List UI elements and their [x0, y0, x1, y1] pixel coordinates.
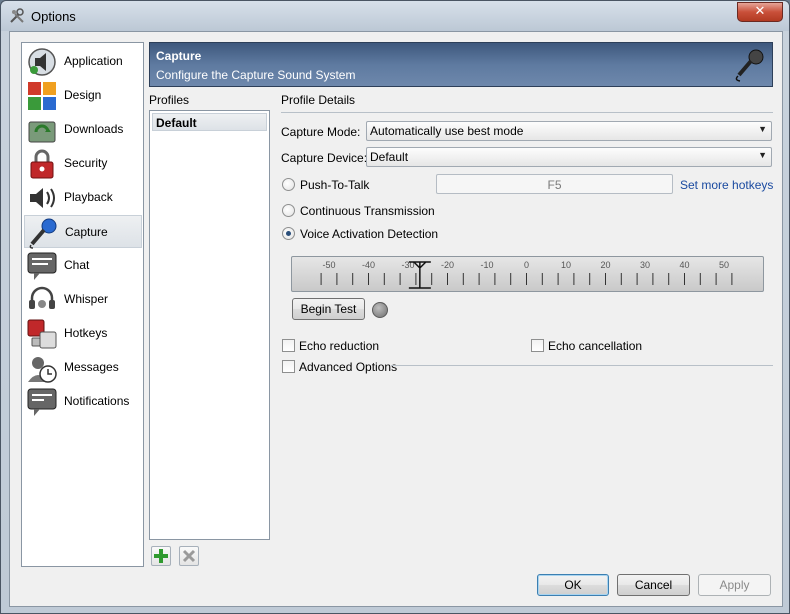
profile-details-label: Profile Details: [281, 93, 356, 107]
voice-activation-label: Voice Activation Detection: [300, 227, 439, 241]
scale-tick-label: -20: [441, 260, 454, 270]
cancel-button[interactable]: Cancel: [617, 574, 690, 596]
tools-icon: [10, 8, 24, 23]
ok-button[interactable]: OK: [537, 574, 609, 596]
advanced-options-label: Advanced Options: [299, 360, 398, 374]
sidebar-item-messages[interactable]: Messages: [24, 351, 142, 384]
set-more-hotkeys-link[interactable]: Set more hotkeys: [680, 178, 773, 192]
sidebar-item-label: Playback: [64, 190, 113, 204]
section-header: Capture Configure the Capture Sound Syst…: [149, 42, 773, 87]
capture-mode-label: Capture Mode:: [281, 125, 361, 139]
title-bar[interactable]: Options ✕: [1, 1, 789, 31]
sidebar-item-label: Security: [64, 156, 108, 170]
sidebar-item-label: Notifications: [64, 394, 130, 408]
section-subtitle: Configure the Capture Sound System: [156, 68, 356, 82]
sidebar-item-label: Chat: [64, 258, 90, 272]
echo-reduction-label: Echo reduction: [299, 339, 380, 353]
sidebar-item-label: Design: [64, 88, 102, 102]
profiles-list[interactable]: Default: [149, 110, 270, 540]
sidebar-item-label: Downloads: [64, 122, 124, 136]
advanced-options-checkbox[interactable]: [282, 360, 295, 373]
section-title: Capture: [156, 49, 202, 63]
chevron-down-icon: ▼: [758, 124, 767, 134]
sidebar-item-chat[interactable]: Chat: [24, 249, 142, 282]
hotkeys-icon: [27, 319, 57, 349]
details-divider: [281, 112, 773, 113]
echo-reduction-checkbox[interactable]: [282, 339, 295, 352]
sidebar-item-notifications[interactable]: Notifications: [24, 385, 142, 418]
hotkey-field[interactable]: F5: [436, 174, 673, 194]
capture-device-value: Default: [370, 150, 409, 164]
sidebar-item-capture[interactable]: Capture: [24, 215, 142, 249]
remove-profile-button[interactable]: [179, 546, 199, 566]
echo-cancellation-checkbox[interactable]: [531, 339, 544, 352]
sidebar-item-hotkeys[interactable]: Hotkeys: [24, 317, 142, 350]
window-title: Options: [31, 9, 76, 24]
capture-device-select[interactable]: Default ▼: [366, 147, 772, 167]
sidebar-item-whisper[interactable]: Whisper: [24, 283, 142, 316]
sidebar-item-label: Messages: [64, 360, 119, 374]
microphone-icon: [29, 218, 57, 249]
playback-icon: [30, 188, 55, 208]
sidebar-nav: Application Design Downloads Security Pl…: [21, 42, 144, 567]
scale-tick-label: -10: [480, 260, 493, 270]
scale-tick-label: 10: [561, 260, 571, 270]
capture-mode-value: Automatically use best mode: [370, 124, 524, 138]
continuous-transmission-radio[interactable]: [282, 204, 295, 217]
sidebar-item-downloads[interactable]: Downloads: [24, 113, 142, 146]
downloads-icon: [28, 121, 56, 143]
sidebar-item-label: Hotkeys: [64, 326, 108, 340]
capture-device-label: Capture Device:: [281, 151, 368, 165]
close-button[interactable]: ✕: [737, 2, 783, 22]
scale-tick-label: 40: [679, 260, 689, 270]
sidebar-item-security[interactable]: Security: [24, 147, 142, 180]
scale-tick-label: 50: [719, 260, 729, 270]
chevron-down-icon: ▼: [758, 150, 767, 160]
messages-icon: [28, 357, 57, 383]
headset-icon: [29, 286, 55, 309]
speaker-icon: [28, 48, 56, 76]
sidebar-item-label: Whisper: [64, 292, 109, 306]
scale-tick-label: 30: [640, 260, 650, 270]
voice-activation-level-slider[interactable]: -50 -40 -30 -20 -10 0 10 20 30 40 50: [291, 256, 764, 292]
scale-tick-label: 20: [600, 260, 610, 270]
sidebar-item-design[interactable]: Design: [24, 79, 142, 112]
push-to-talk-radio[interactable]: [282, 178, 295, 191]
sidebar-item-label: Application: [64, 54, 123, 68]
begin-test-button[interactable]: Begin Test: [292, 298, 365, 320]
scale-tick-label: 0: [524, 260, 529, 270]
microphone-icon: [735, 49, 764, 82]
chat-icon: [27, 252, 57, 280]
profile-item-default[interactable]: Default: [152, 113, 267, 131]
echo-cancellation-label: Echo cancellation: [548, 339, 643, 353]
capture-mode-select[interactable]: Automatically use best mode ▼: [366, 121, 772, 141]
sidebar-item-application[interactable]: Application: [24, 45, 142, 78]
scale-tick-label: -50: [322, 260, 335, 270]
add-profile-button[interactable]: [151, 546, 171, 566]
dialog-body: Application Design Downloads Security Pl…: [9, 31, 783, 607]
options-window: Options ✕ Application Design Downloads S…: [0, 0, 790, 614]
scale-tick-label: -40: [362, 260, 375, 270]
continuous-transmission-label: Continuous Transmission: [300, 204, 435, 218]
palette-icon: [28, 82, 56, 110]
voice-activity-indicator: [372, 302, 388, 318]
sidebar-item-label: Capture: [65, 225, 108, 239]
lock-icon: [30, 149, 54, 179]
apply-button[interactable]: Apply: [698, 574, 771, 596]
voice-activation-radio[interactable]: [282, 227, 295, 240]
sidebar-item-playback[interactable]: Playback: [24, 181, 142, 214]
advanced-divider: [391, 365, 773, 366]
push-to-talk-label: Push-To-Talk: [300, 178, 370, 192]
level-scale: -50 -40 -30 -20 -10 0 10 20 30 40 50: [320, 260, 733, 289]
notifications-icon: [27, 388, 57, 416]
plus-icon: [154, 549, 168, 563]
delete-icon: [182, 549, 196, 563]
profiles-label: Profiles: [149, 93, 190, 107]
